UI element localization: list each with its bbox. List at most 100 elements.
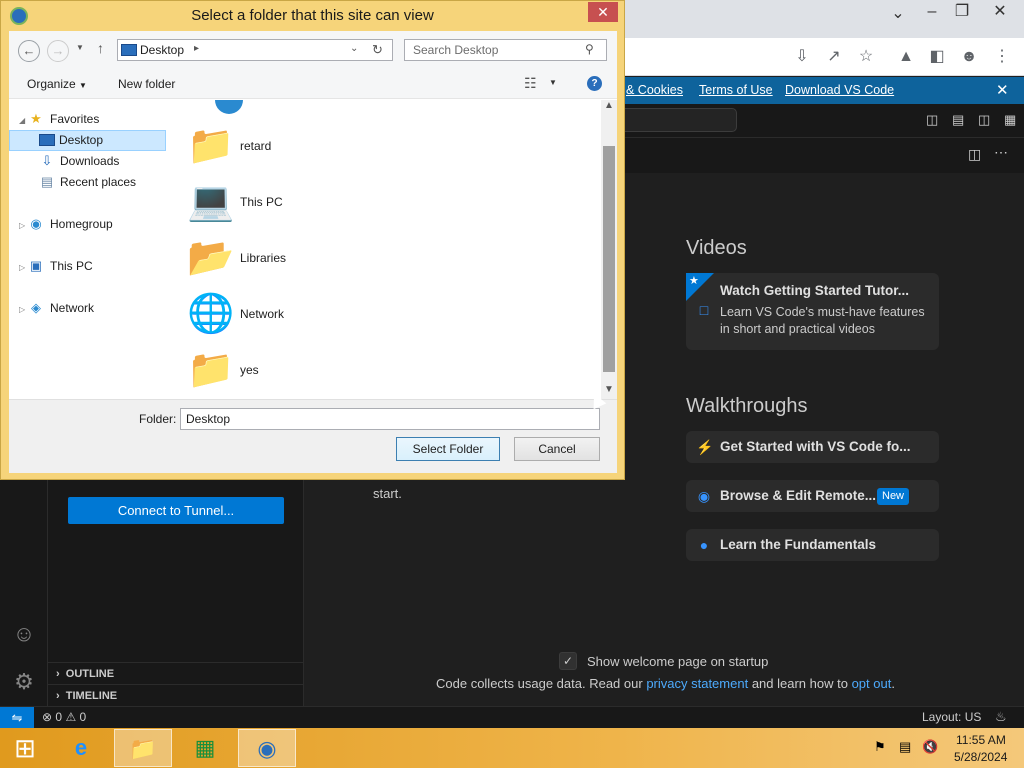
more-actions-icon[interactable]: ⋯ [994,144,1008,161]
navigation-bar: ← → ▼ ↑ Desktop ▸ ⌄ ↻ Search Desktop ⚲ [9,31,617,69]
scroll-up-icon[interactable]: ▲ [604,100,614,111]
file-item-yes[interactable]: 📁 yes [187,346,487,398]
network-icon: 🌐 [187,293,235,335]
download-vscode-link[interactable]: Download VS Code [785,83,894,97]
refresh-icon[interactable]: ↻ [372,42,383,58]
show-welcome-checkbox[interactable]: ✓ [559,652,577,670]
file-item-libraries[interactable]: 📂 Libraries [187,234,487,286]
side-panel-icon[interactable]: ◧ [925,45,949,69]
address-bar[interactable]: Desktop ▸ ⌄ ↻ [117,39,393,61]
nav-item-this-pc[interactable]: ▷ ▣ This PC [9,256,166,277]
help-icon[interactable]: ? [587,76,602,91]
cancel-button[interactable]: Cancel [514,437,600,461]
scrollbar-thumb[interactable] [603,146,615,372]
walkthrough-title: Learn the Fundamentals [720,537,877,552]
profile-avatar-icon[interactable]: ☻ [957,45,981,69]
toggle-primary-sidebar-icon[interactable]: ◫ [926,112,938,128]
folder-name-input[interactable]: Desktop [180,408,600,430]
walkthroughs-heading: Walkthroughs [686,395,808,417]
store-icon[interactable]: ▦ [176,729,234,767]
browser-menu-icon[interactable]: ⋮ [990,45,1014,69]
organize-button[interactable]: Organize ▼ [27,77,87,91]
keyboard-layout[interactable]: Layout: US [922,710,981,724]
change-view-icon[interactable]: ☷ [524,75,537,92]
walkthrough-item[interactable]: ⚡ Get Started with VS Code fo... [686,431,939,463]
problems-indicator[interactable]: ⊗ 0 ⚠ 0 [42,710,86,724]
scroll-down-icon[interactable]: ▼ [604,384,614,395]
file-item-this-pc[interactable]: 💻 This PC [187,178,487,230]
up-arrow-icon[interactable]: ↑ [97,40,104,56]
share-icon[interactable]: ↗ [822,45,846,69]
extensions-icon[interactable]: ▲ [894,45,918,69]
terms-of-use-link[interactable]: Terms of Use [699,83,773,97]
videos-heading: Videos [686,237,747,259]
toggle-secondary-sidebar-icon[interactable]: ◫ [978,112,990,128]
window-close-icon[interactable]: ✕ [980,0,1020,26]
address-crumb-desktop[interactable]: Desktop [140,43,184,57]
collapse-arrow-icon[interactable]: ◢ [19,110,25,131]
nav-item-favorites[interactable]: ◢ ★ Favorites [9,109,166,130]
file-name: Libraries [240,251,287,265]
split-editor-icon[interactable]: ◫ [968,146,981,163]
new-folder-button[interactable]: New folder [118,77,175,91]
chrome-browser-icon[interactable]: ◉ [238,729,296,767]
expand-arrow-icon[interactable]: ▷ [19,299,25,320]
manage-gear-icon[interactable]: ⚙ [10,668,38,696]
network-icon: ◈ [31,300,41,315]
internet-explorer-icon[interactable]: e [52,729,110,767]
video-card-desc-2: in short and practical videos [720,322,875,336]
install-app-icon[interactable]: ⇩ [790,45,814,69]
nav-item-network[interactable]: ▷ ◈ Network [9,298,166,319]
file-item-network[interactable]: 🌐 Network [187,290,487,342]
video-card[interactable]: ★ □ Watch Getting Started Tutor... Learn… [686,273,939,350]
customize-layout-icon[interactable]: ▦ [1004,112,1016,128]
privacy-statement-link[interactable]: privacy statement [646,676,748,691]
user-folder-icon: 📁 [187,125,235,167]
volume-muted-icon[interactable]: 🔇 [922,739,938,755]
restore-icon[interactable]: ❐ [942,0,982,26]
timeline-section[interactable]: › TIMELINE [48,684,304,706]
search-icon[interactable]: ⚲ [585,42,594,56]
opt-out-link[interactable]: opt out [852,676,892,691]
nav-item-downloads[interactable]: ⇩ Downloads [9,151,166,172]
start-button-windows-icon[interactable]: ⊞ [0,729,50,767]
clock-time[interactable]: 11:55 AM [956,733,1006,747]
bookmark-star-icon[interactable]: ☆ [854,45,878,69]
file-list-scrollbar[interactable]: ▲ ▼ [601,100,617,399]
clock-date[interactable]: 5/28/2024 [954,750,1007,764]
nav-item-desktop[interactable]: Desktop [9,130,166,151]
crumb-separator-icon[interactable]: ▸ [194,43,199,54]
outline-section[interactable]: › OUTLINE [48,662,304,684]
view-options-chevron-icon[interactable]: ▼ [549,78,557,87]
expand-arrow-icon[interactable]: ▷ [19,257,25,278]
nav-item-homegroup[interactable]: ▷ ◉ Homegroup [9,214,166,235]
video-card-title: Watch Getting Started Tutor... [720,283,909,298]
connect-to-tunnel-button[interactable]: Connect to Tunnel... [68,497,284,524]
remote-indicator-icon[interactable]: ⇋ [0,707,34,728]
status-bar: ⇋ ⊗ 0 ⚠ 0 Layout: US ♨ [0,706,1024,728]
accounts-icon[interactable]: ☺ [10,620,38,648]
walkthrough-title: Get Started with VS Code fo... [720,439,911,454]
search-input[interactable]: Search Desktop [404,39,607,61]
start-text: start. [373,486,402,501]
dialog-close-icon[interactable]: ✕ [588,2,618,22]
forward-arrow-icon[interactable]: → [47,40,69,62]
banner-close-icon[interactable]: ✕ [996,81,1009,99]
back-arrow-icon[interactable]: ← [18,40,40,62]
cookies-link[interactable]: & Cookies [626,83,683,97]
expand-arrow-icon[interactable]: ▷ [19,215,25,236]
notifications-bell-icon[interactable]: ♨ [995,709,1007,725]
toggle-panel-icon[interactable]: ▤ [952,112,964,128]
file-item-retard[interactable]: 📁 retard [187,122,487,174]
video-camera-icon: □ [699,302,709,318]
walkthrough-item[interactable]: ● Learn the Fundamentals [686,529,939,561]
select-folder-button[interactable]: Select Folder [396,437,500,461]
address-dropdown-icon[interactable]: ⌄ [350,43,358,54]
usage-middle: and learn how to [751,676,848,691]
file-explorer-icon[interactable]: 📁 [114,729,172,767]
flag-icon[interactable]: ⚑ [874,739,886,755]
network-tray-icon[interactable]: ▤ [899,739,911,755]
organize-chevron-icon: ▼ [79,81,87,90]
nav-item-recent-places[interactable]: ▤ Recent places [9,172,166,193]
recent-locations-chevron-icon[interactable]: ▼ [76,43,84,52]
